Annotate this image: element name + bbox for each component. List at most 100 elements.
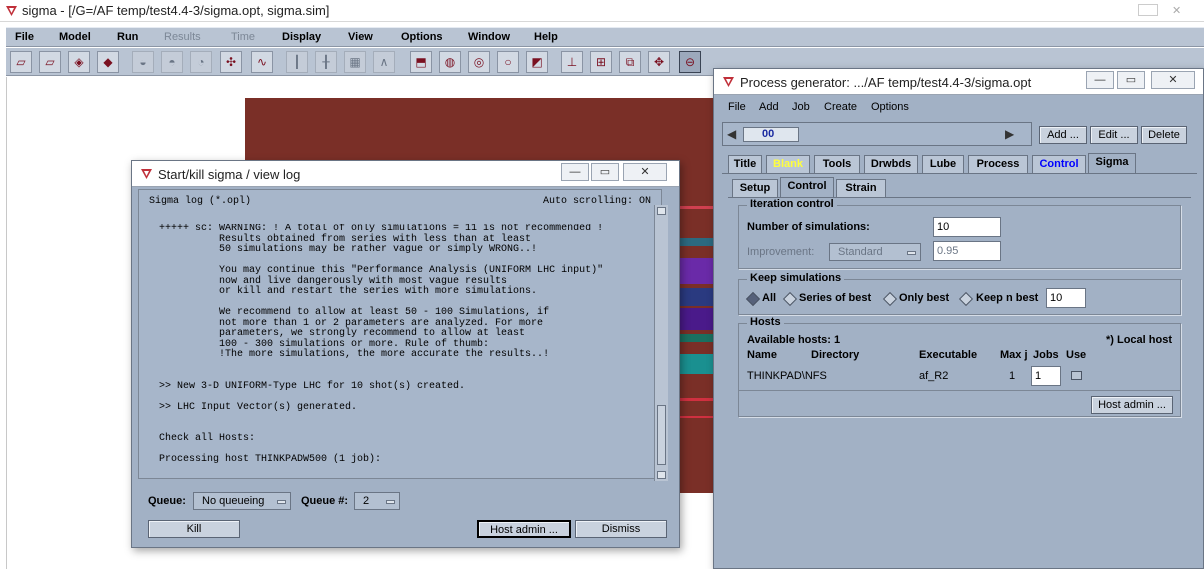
menu-results[interactable]: Results bbox=[164, 31, 201, 43]
scroll-thumb[interactable] bbox=[657, 405, 666, 465]
menu-options[interactable]: Options bbox=[401, 31, 443, 43]
die-icon[interactable]: ⬒ bbox=[410, 51, 432, 73]
keep-simulations-group: Keep simulations All Series of best Only… bbox=[738, 272, 1181, 315]
next-arrow-icon[interactable]: ▶ bbox=[1005, 127, 1014, 141]
grid-sphere-icon[interactable]: ◎ bbox=[468, 51, 490, 73]
log-line: You may continue this "Performance Analy… bbox=[159, 265, 604, 276]
improvement-factor-input[interactable]: 0.95 bbox=[933, 241, 1001, 261]
table-row[interactable]: THINKPAD\NFS af_R2 1 1 bbox=[739, 362, 1180, 388]
mesh-icon[interactable]: ✣ bbox=[220, 51, 242, 73]
improvement-select-value: Standard bbox=[838, 246, 883, 258]
wire-sphere-icon[interactable]: ◍ bbox=[439, 51, 461, 73]
prev-arrow-icon[interactable]: ◀ bbox=[727, 127, 736, 141]
host-name: THINKPAD\NFS bbox=[747, 370, 827, 382]
num-simulations-input[interactable]: 10 bbox=[933, 217, 1001, 237]
queue-number-value: 2 bbox=[363, 495, 370, 507]
menu-run[interactable]: Run bbox=[117, 31, 138, 43]
tool-icon[interactable]: ◔ bbox=[190, 51, 212, 73]
proc-minimize-button[interactable]: — bbox=[1086, 71, 1114, 89]
log-scrollbar[interactable] bbox=[654, 205, 668, 481]
peak-icon[interactable]: ∧ bbox=[373, 51, 395, 73]
process-number: 00 bbox=[743, 127, 799, 142]
menu-file[interactable]: File bbox=[15, 31, 34, 43]
scroll-down-icon[interactable] bbox=[657, 471, 666, 479]
tab-title[interactable]: Title bbox=[728, 155, 762, 173]
log-close-button[interactable]: ✕ bbox=[623, 163, 667, 181]
new-model-icon[interactable]: ◈ bbox=[68, 51, 90, 73]
proc-menu-job[interactable]: Job bbox=[792, 101, 810, 113]
tab-drwbds[interactable]: Drwbds bbox=[864, 155, 918, 173]
edit-model-icon[interactable]: ◆ bbox=[97, 51, 119, 73]
log-text: +++++ sc: WARNING: ! A total of only sim… bbox=[159, 224, 654, 474]
zoom-icon[interactable]: ✥ bbox=[648, 51, 670, 73]
cut-view-icon[interactable]: ◩ bbox=[526, 51, 548, 73]
main-close-icon[interactable]: ✕ bbox=[1172, 4, 1181, 17]
proc-menu-add[interactable]: Add bbox=[759, 101, 779, 113]
log-line: +++++ sc: WARNING: ! A total of only sim… bbox=[159, 224, 604, 234]
host-use-checkbox[interactable] bbox=[1071, 371, 1082, 380]
keep-only-best-radio[interactable] bbox=[882, 291, 898, 307]
proc-menu-options[interactable]: Options bbox=[871, 101, 909, 113]
keep-n-best-label: Keep n best bbox=[976, 292, 1039, 304]
tab-control[interactable]: Control bbox=[1032, 155, 1086, 173]
menu-help[interactable]: Help bbox=[534, 31, 558, 43]
log-maximize-button[interactable]: ▭ bbox=[591, 163, 619, 181]
improvement-select[interactable]: Standard bbox=[829, 243, 921, 261]
log-minimize-button[interactable]: — bbox=[561, 163, 589, 181]
log-line: !The more simulations, the more accurate… bbox=[159, 349, 550, 360]
run-icon[interactable]: ◒ bbox=[132, 51, 154, 73]
keep-all-radio[interactable] bbox=[745, 291, 761, 307]
menu-display[interactable]: Display bbox=[282, 31, 321, 43]
host-admin-button[interactable]: Host admin ... bbox=[477, 520, 571, 538]
queue-number-select[interactable]: 2 bbox=[354, 492, 400, 510]
measure-icon[interactable]: ┃ bbox=[286, 51, 308, 73]
rotate-icon[interactable]: ⊞ bbox=[590, 51, 612, 73]
process-selector[interactable]: ◀ 00 ▶ bbox=[722, 122, 1032, 146]
sigma-logo-icon bbox=[6, 6, 17, 16]
menu-model[interactable]: Model bbox=[59, 31, 91, 43]
menu-view[interactable]: View bbox=[348, 31, 373, 43]
add-process-button[interactable]: Add ... bbox=[1039, 126, 1087, 144]
tab-divider bbox=[722, 173, 1197, 174]
subtab-control[interactable]: Control bbox=[780, 177, 834, 197]
tab-sigma[interactable]: Sigma bbox=[1088, 153, 1136, 173]
hosts-admin-button[interactable]: Host admin ... bbox=[1091, 396, 1173, 414]
tab-lube[interactable]: Lube bbox=[922, 155, 964, 173]
menu-time[interactable]: Time bbox=[231, 31, 255, 43]
proc-close-button[interactable]: ✕ bbox=[1151, 71, 1195, 89]
log-header-right: Auto scrolling: ON bbox=[542, 196, 651, 207]
axes-icon[interactable]: ⊥ bbox=[561, 51, 583, 73]
tab-tools[interactable]: Tools bbox=[814, 155, 860, 173]
kill-button[interactable]: Kill bbox=[148, 520, 240, 538]
stop-icon[interactable]: ◓ bbox=[161, 51, 183, 73]
tab-process[interactable]: Process bbox=[968, 155, 1028, 173]
chevron-down-icon bbox=[386, 500, 395, 504]
curve-icon[interactable]: ∿ bbox=[251, 51, 273, 73]
queue-select[interactable]: No queueing bbox=[193, 492, 291, 510]
proc-maximize-button[interactable]: ▭ bbox=[1117, 71, 1145, 89]
tab-blank[interactable]: Blank bbox=[766, 155, 810, 173]
keep-n-best-input[interactable]: 10 bbox=[1046, 288, 1086, 308]
open-model-icon[interactable]: ▱ bbox=[10, 51, 32, 73]
delete-process-button[interactable]: Delete bbox=[1141, 126, 1187, 144]
edit-process-button[interactable]: Edit ... bbox=[1090, 126, 1138, 144]
scroll-up-icon[interactable] bbox=[657, 207, 666, 215]
keep-n-best-radio[interactable] bbox=[958, 291, 974, 307]
proc-menu-file[interactable]: File bbox=[728, 101, 746, 113]
menu-window[interactable]: Window bbox=[468, 31, 510, 43]
fit-view-icon[interactable]: ⊖ bbox=[679, 51, 701, 73]
axis-icon[interactable]: ╂ bbox=[315, 51, 337, 73]
solid-sphere-icon[interactable]: ○ bbox=[497, 51, 519, 73]
subtab-setup[interactable]: Setup bbox=[732, 179, 778, 197]
proc-menu-create[interactable]: Create bbox=[824, 101, 857, 113]
grid-icon[interactable]: ▦ bbox=[344, 51, 366, 73]
keep-series-best-radio[interactable] bbox=[782, 291, 798, 307]
dismiss-button[interactable]: Dismiss bbox=[575, 520, 667, 538]
subtab-strain[interactable]: Strain bbox=[836, 179, 886, 197]
pan-icon[interactable]: ⧉ bbox=[619, 51, 641, 73]
save-model-icon[interactable]: ▱ bbox=[39, 51, 61, 73]
host-jobs-input[interactable]: 1 bbox=[1031, 366, 1061, 386]
main-maximize-button[interactable] bbox=[1138, 4, 1158, 16]
